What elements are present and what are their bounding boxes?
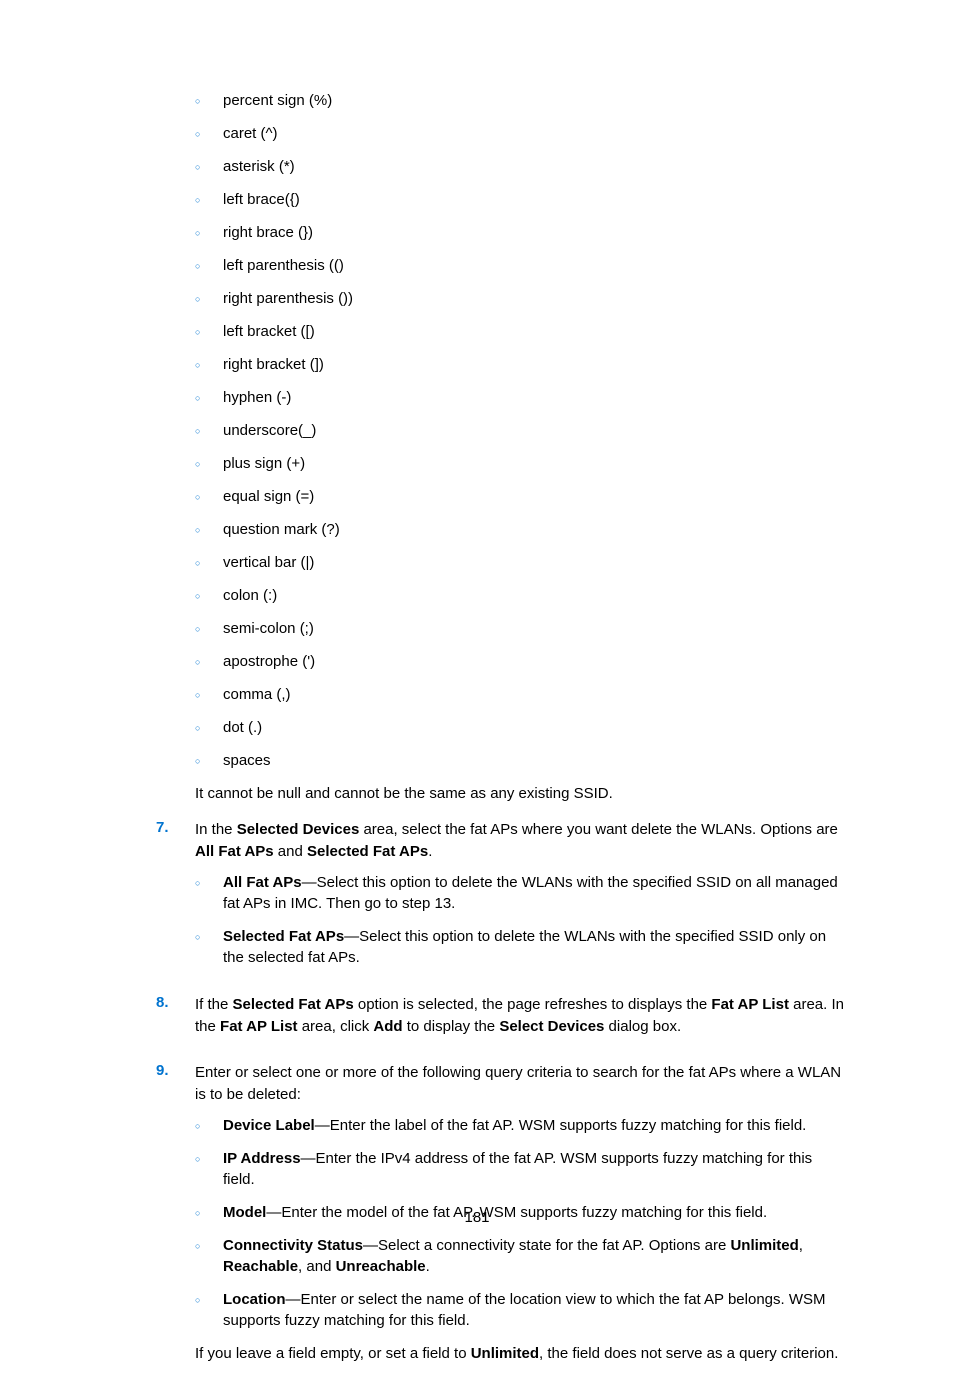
list-item: ○underscore(_) xyxy=(195,420,846,441)
list-text: IP Address—Enter the IPv4 address of the… xyxy=(223,1148,846,1190)
list-item: ○dot (.) xyxy=(195,717,846,738)
list-item: ○right bracket (]) xyxy=(195,354,846,375)
list-item: ○Selected Fat APs—Select this option to … xyxy=(195,926,846,968)
list-item: ○question mark (?) xyxy=(195,519,846,540)
bullet-icon: ○ xyxy=(195,161,223,174)
bullet-icon: ○ xyxy=(195,260,223,273)
list-text: All Fat APs—Select this option to delete… xyxy=(223,872,846,914)
list-item: ○caret (^) xyxy=(195,123,846,144)
step-7: 7. In the Selected Devices area, select … xyxy=(150,819,846,981)
step-paragraph: If you leave a field empty, or set a fie… xyxy=(195,1343,846,1365)
bullet-icon: ○ xyxy=(195,1240,223,1253)
list-text: vertical bar (|) xyxy=(223,552,846,573)
char-list: ○percent sign (%) ○caret (^) ○asterisk (… xyxy=(195,90,846,771)
bullet-icon: ○ xyxy=(195,392,223,405)
bullet-icon: ○ xyxy=(195,326,223,339)
list-text: asterisk (*) xyxy=(223,156,846,177)
list-text: hyphen (-) xyxy=(223,387,846,408)
step-body: If the Selected Fat APs option is select… xyxy=(195,994,846,1048)
list-item: ○left brace({) xyxy=(195,189,846,210)
list-item: ○left bracket ([) xyxy=(195,321,846,342)
bullet-icon: ○ xyxy=(195,458,223,471)
list-text: comma (,) xyxy=(223,684,846,705)
page-number: 181 xyxy=(0,1209,954,1226)
list-item: ○IP Address—Enter the IPv4 address of th… xyxy=(195,1148,846,1190)
bullet-icon: ○ xyxy=(195,722,223,735)
list-item: ○spaces xyxy=(195,750,846,771)
bullet-icon: ○ xyxy=(195,524,223,537)
list-text: right bracket (]) xyxy=(223,354,846,375)
bullet-icon: ○ xyxy=(195,877,223,890)
list-text: caret (^) xyxy=(223,123,846,144)
list-item: ○percent sign (%) xyxy=(195,90,846,111)
list-text: left parenthesis (() xyxy=(223,255,846,276)
bullet-icon: ○ xyxy=(195,557,223,570)
list-text: semi-colon (;) xyxy=(223,618,846,639)
list-text: colon (:) xyxy=(223,585,846,606)
step-number: 7. xyxy=(150,819,195,981)
list-text: right parenthesis ()) xyxy=(223,288,846,309)
bullet-icon: ○ xyxy=(195,689,223,702)
list-text: equal sign (=) xyxy=(223,486,846,507)
list-item: ○semi-colon (;) xyxy=(195,618,846,639)
bullet-icon: ○ xyxy=(195,1153,223,1166)
list-item: ○Connectivity Status—Select a connectivi… xyxy=(195,1235,846,1277)
list-item: ○plus sign (+) xyxy=(195,453,846,474)
list-text: spaces xyxy=(223,750,846,771)
bullet-icon: ○ xyxy=(195,590,223,603)
list-item: ○hyphen (-) xyxy=(195,387,846,408)
step-number: 8. xyxy=(150,994,195,1048)
list-item: ○left parenthesis (() xyxy=(195,255,846,276)
bullet-icon: ○ xyxy=(195,931,223,944)
list-text: right brace (}) xyxy=(223,222,846,243)
list-text: dot (.) xyxy=(223,717,846,738)
list-item: ○right brace (}) xyxy=(195,222,846,243)
list-text: plus sign (+) xyxy=(223,453,846,474)
list-text: Device Label—Enter the label of the fat … xyxy=(223,1115,846,1136)
list-item: ○apostrophe (') xyxy=(195,651,846,672)
page-content: ○percent sign (%) ○caret (^) ○asterisk (… xyxy=(0,0,954,1375)
bullet-icon: ○ xyxy=(195,359,223,372)
bullet-icon: ○ xyxy=(195,656,223,669)
numbered-steps: 7. In the Selected Devices area, select … xyxy=(150,819,846,1375)
bullet-icon: ○ xyxy=(195,227,223,240)
list-text: question mark (?) xyxy=(223,519,846,540)
bullet-icon: ○ xyxy=(195,491,223,504)
list-item: ○right parenthesis ()) xyxy=(195,288,846,309)
list-item: ○Device Label—Enter the label of the fat… xyxy=(195,1115,846,1136)
bullet-icon: ○ xyxy=(195,1294,223,1307)
step-body: In the Selected Devices area, select the… xyxy=(195,819,846,981)
bullet-icon: ○ xyxy=(195,95,223,108)
list-item: ○All Fat APs—Select this option to delet… xyxy=(195,872,846,914)
list-text: apostrophe (') xyxy=(223,651,846,672)
list-text: Connectivity Status—Select a connectivit… xyxy=(223,1235,846,1277)
bullet-icon: ○ xyxy=(195,1120,223,1133)
bullet-icon: ○ xyxy=(195,194,223,207)
bullet-icon: ○ xyxy=(195,755,223,768)
note-text: It cannot be null and cannot be the same… xyxy=(195,783,846,805)
bullet-icon: ○ xyxy=(195,128,223,141)
step-paragraph: Enter or select one or more of the follo… xyxy=(195,1062,846,1106)
step-paragraph: In the Selected Devices area, select the… xyxy=(195,819,846,863)
list-text: left brace({) xyxy=(223,189,846,210)
list-item: ○vertical bar (|) xyxy=(195,552,846,573)
list-text: underscore(_) xyxy=(223,420,846,441)
list-text: left bracket ([) xyxy=(223,321,846,342)
list-text: Selected Fat APs—Select this option to d… xyxy=(223,926,846,968)
step-8: 8. If the Selected Fat APs option is sel… xyxy=(150,994,846,1048)
bullet-icon: ○ xyxy=(195,425,223,438)
step-paragraph: If the Selected Fat APs option is select… xyxy=(195,994,846,1038)
bullet-icon: ○ xyxy=(195,293,223,306)
list-text: percent sign (%) xyxy=(223,90,846,111)
list-item: ○equal sign (=) xyxy=(195,486,846,507)
bullet-icon: ○ xyxy=(195,623,223,636)
list-item: ○colon (:) xyxy=(195,585,846,606)
step-sublist: ○All Fat APs—Select this option to delet… xyxy=(195,872,846,968)
list-item: ○asterisk (*) xyxy=(195,156,846,177)
list-item: ○comma (,) xyxy=(195,684,846,705)
